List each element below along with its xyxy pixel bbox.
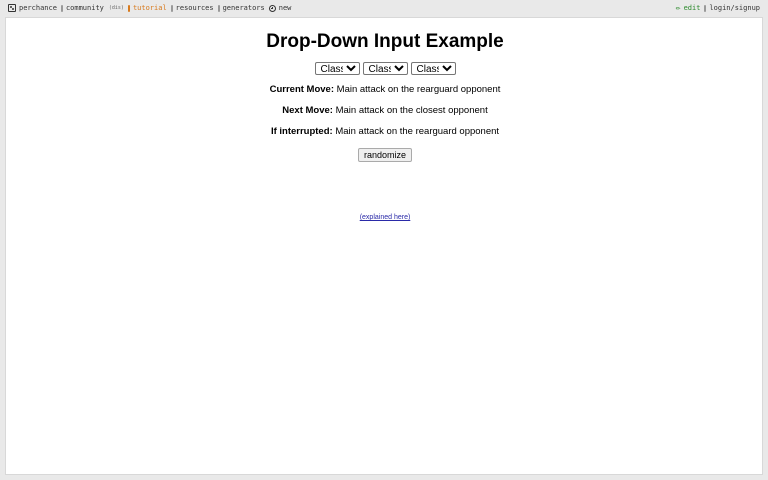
generator-content: Drop-Down Input Example Classic Classic … [6,18,764,221]
chat-icon [60,4,63,12]
nav-tutorial[interactable]: tutorial [127,4,167,12]
move-select-3[interactable]: Classic [410,62,456,75]
pencil-icon: ✏ [675,3,681,12]
nav-perchance-label: perchance [19,4,57,12]
explained-here-link[interactable]: (explained here) [6,214,764,221]
current-move-text: Main attack on the rearguard opponent [336,84,501,95]
book-icon [127,4,130,12]
randomize-button[interactable]: randomize [357,148,413,162]
nav-generators-label: generators [222,4,265,12]
nav-community[interactable]: community (dis) [60,4,124,12]
plus-circle-icon [268,4,276,12]
nav-community-label: community [65,4,104,12]
next-move-line: Next Move: Main attack on the closest op… [6,104,764,117]
current-move-label: Current Move: [269,84,335,95]
nav-new[interactable]: new [268,4,292,12]
nav-login-label: login/signup [709,4,760,12]
list-icon [217,4,220,12]
nav-new-label: new [278,4,292,12]
next-move-text: Main attack on the closest opponent [335,105,488,116]
nav-edit[interactable]: ✏ edit [675,3,701,13]
move-select-1[interactable]: Classic [314,62,360,75]
interrupted-label: If interrupted: [270,126,333,137]
nav-generators[interactable]: generators [217,4,265,12]
user-icon [704,4,707,12]
generator-frame: Drop-Down Input Example Classic Classic … [5,17,763,475]
current-move-line: Current Move: Main attack on the reargua… [6,83,764,96]
next-move-label: Next Move: [282,105,333,116]
top-navigation-bar: perchance community (dis) tutorial resou… [0,0,768,16]
dropdown-row: Classic Classic Classic [6,62,764,75]
nav-left: perchance community (dis) tutorial resou… [8,4,291,12]
page-title: Drop-Down Input Example [266,31,504,52]
nav-tutorial-label: tutorial [132,4,167,12]
nav-edit-label: edit [683,4,701,12]
button-row: randomize [6,145,764,163]
community-tag: (dis) [108,5,124,11]
nav-right: ✏ edit login/signup [675,3,760,13]
move-select-2[interactable]: Classic [362,62,408,75]
interrupted-line: If interrupted: Main attack on the rearg… [6,125,764,138]
dice-icon [8,4,16,12]
folder-icon [170,4,173,12]
interrupted-text: Main attack on the rearguard opponent [335,126,500,137]
nav-resources[interactable]: resources [170,4,214,12]
nav-resources-label: resources [175,4,214,12]
nav-perchance[interactable]: perchance [8,4,57,12]
nav-login[interactable]: login/signup [704,4,760,12]
